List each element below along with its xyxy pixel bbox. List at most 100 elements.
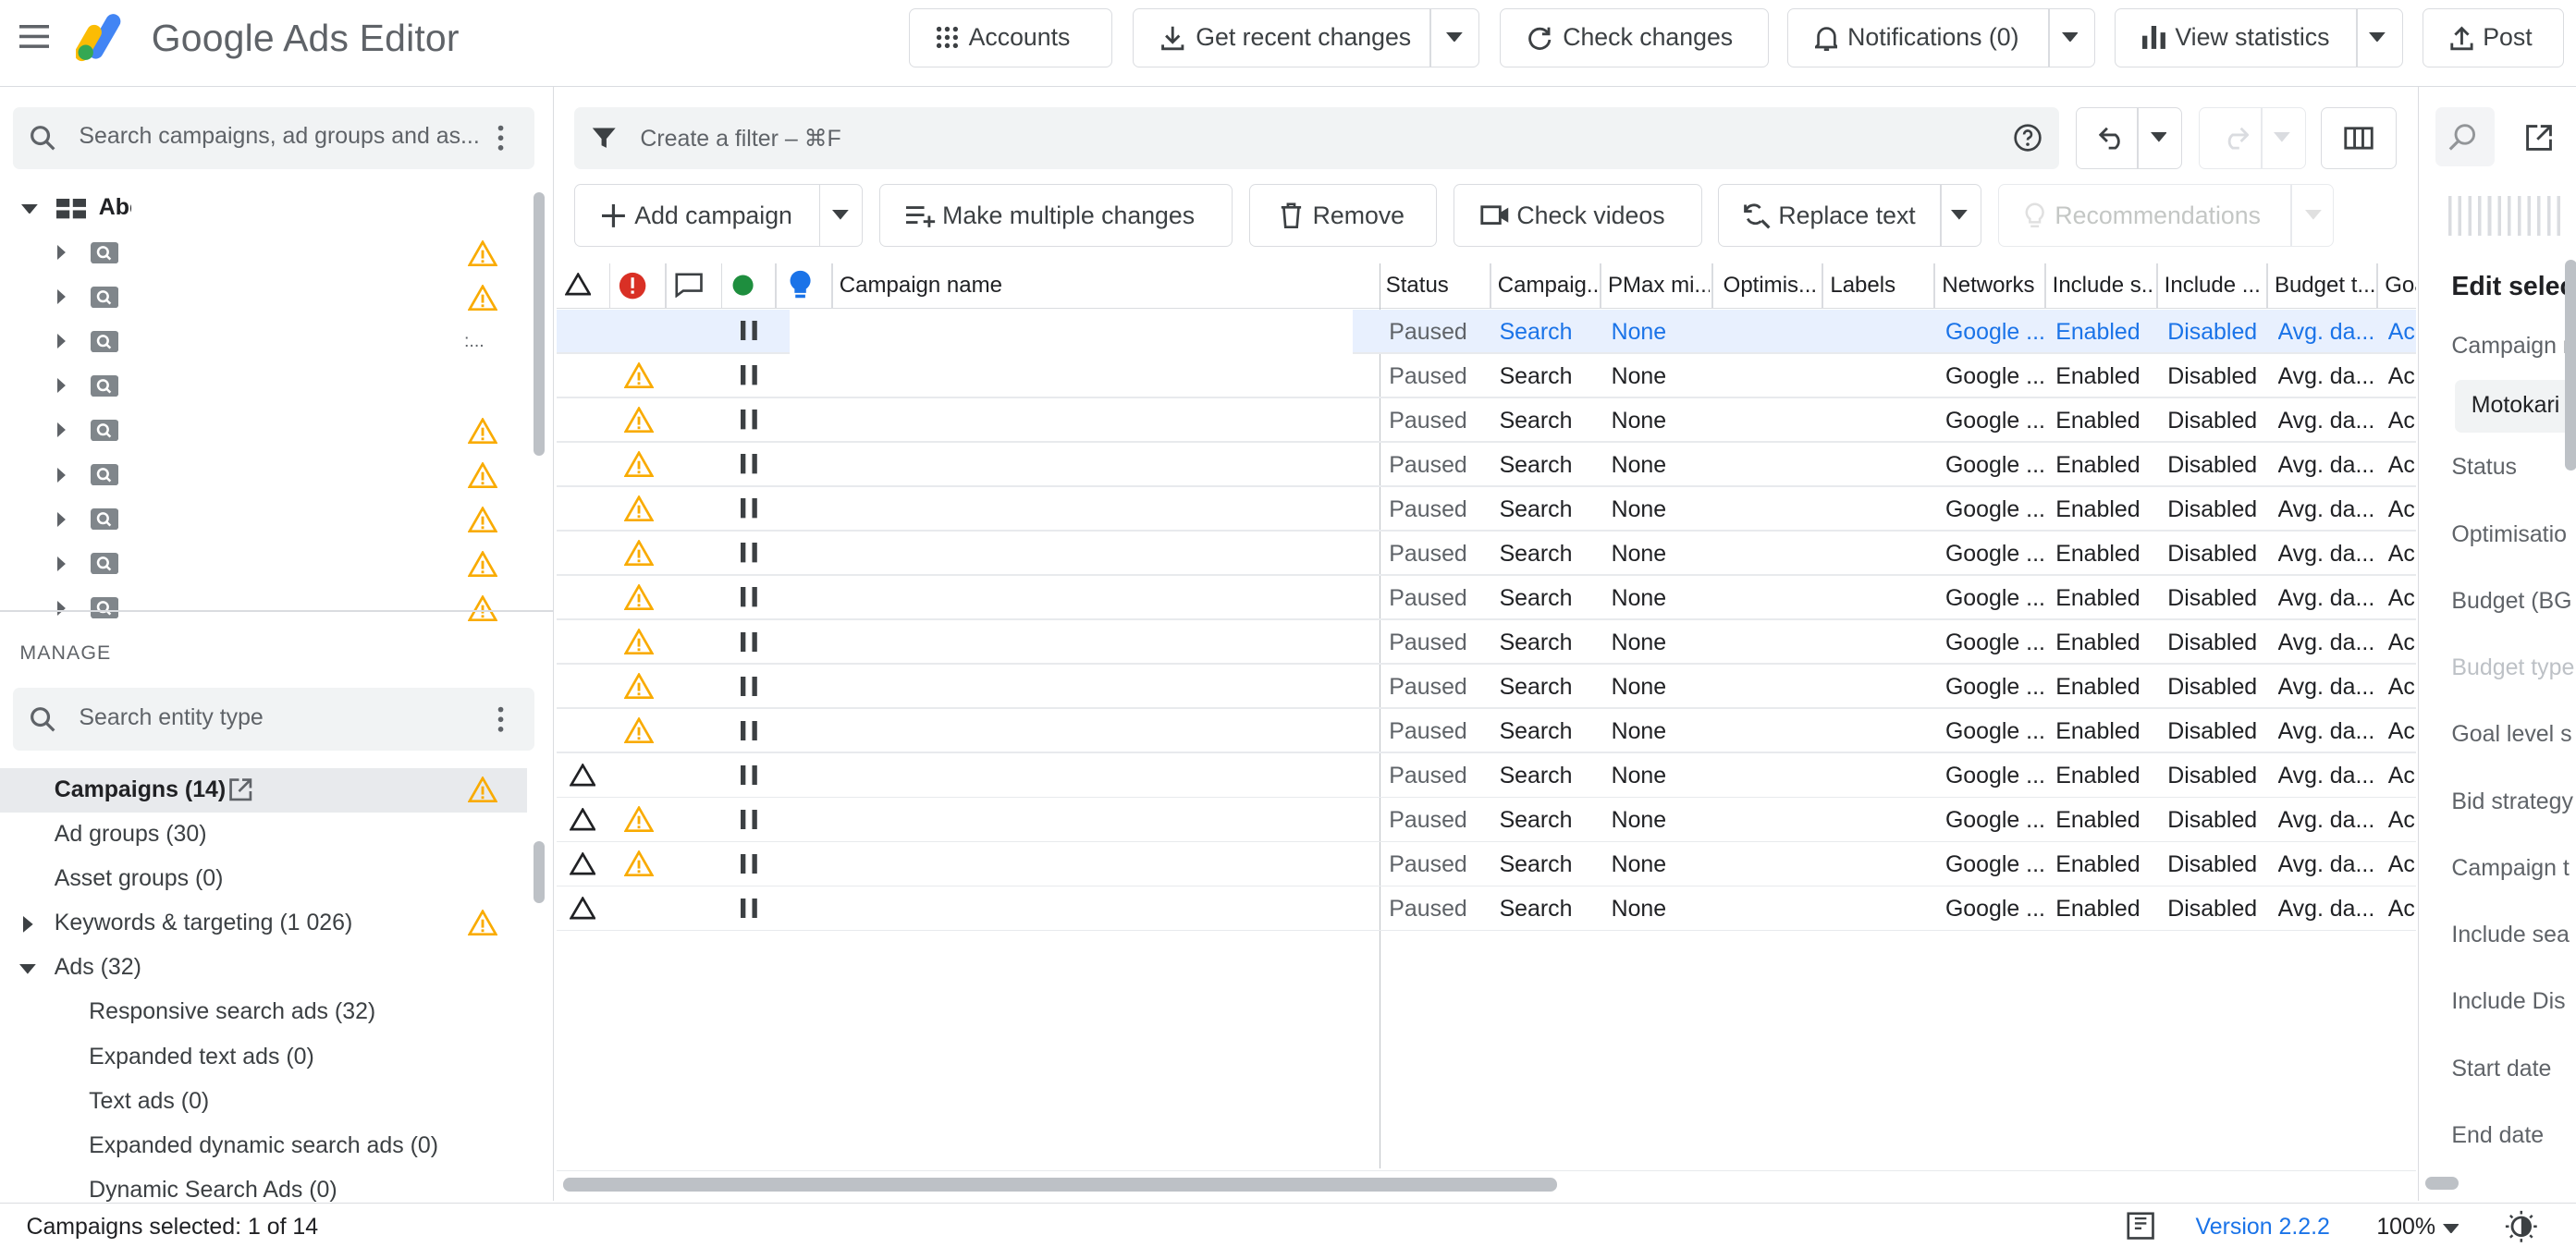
cell-include-search[interactable]: Enabled <box>2055 354 2154 398</box>
cell-campaign-type[interactable]: Search <box>1500 310 1599 354</box>
cell-include-search[interactable]: Enabled <box>2055 443 2154 487</box>
caret-right-icon[interactable] <box>57 556 67 571</box>
cell-goal[interactable]: Ac <box>2388 576 2416 620</box>
tree-account-row[interactable]: Abc <box>0 186 527 230</box>
cell-budget-type[interactable]: Avg. da... <box>2278 398 2377 443</box>
cell-networks[interactable]: Google ... <box>1945 753 2044 798</box>
pause-icon[interactable] <box>740 764 757 786</box>
pause-icon[interactable] <box>740 631 757 652</box>
table-row[interactable]: Paused Search None Google ... Enabled Disable… <box>556 753 2417 799</box>
cell-campaign-type[interactable]: Search <box>1500 576 1599 620</box>
pause-icon[interactable] <box>740 676 757 696</box>
cell-include-search[interactable]: Enabled <box>2055 398 2154 443</box>
columns-button[interactable] <box>2320 106 2397 170</box>
cell-status[interactable]: Paused <box>1389 398 1488 443</box>
cell-budget-type[interactable]: Avg. da... <box>2278 842 2377 886</box>
cell-networks[interactable]: Google ... <box>1945 576 2044 620</box>
cell-budget-type[interactable]: Avg. da... <box>2278 576 2377 620</box>
cell-pmax[interactable]: None <box>1612 665 1711 709</box>
cell-pmax[interactable]: None <box>1612 798 1711 842</box>
cell-include-display[interactable]: Disabled <box>2167 398 2266 443</box>
make-multiple-changes-button[interactable]: Make multiple changes <box>878 184 1233 247</box>
entity-expanded-dynamic-search-ads[interactable]: Expanded dynamic search ads (0) <box>89 1132 438 1159</box>
cell-include-search[interactable]: Enabled <box>2055 620 2154 665</box>
cell-campaign-type[interactable]: Search <box>1500 443 1599 487</box>
cell-status[interactable]: Paused <box>1389 310 1488 354</box>
entity-asset-groups[interactable]: Asset groups (0) <box>55 865 224 892</box>
pause-icon[interactable] <box>740 720 757 740</box>
entity-ad-groups[interactable]: Ad groups (30) <box>55 821 207 848</box>
pause-icon[interactable] <box>740 365 757 385</box>
caret-down-icon[interactable] <box>19 964 37 974</box>
post-button[interactable]: Post <box>2423 7 2565 67</box>
cell-networks[interactable]: Google ... <box>1945 310 2044 354</box>
dropdown-arrow-icon[interactable] <box>1445 31 1463 43</box>
col-campaign-name[interactable]: Campaign name <box>840 263 1333 308</box>
more-vert-icon[interactable] <box>497 706 504 732</box>
cell-goal[interactable]: Ac <box>2388 354 2416 398</box>
dropdown-arrow-icon[interactable] <box>2061 31 2079 43</box>
replace-text-button[interactable]: Replace text <box>1718 184 1982 247</box>
col-budget-type[interactable]: Budget t... <box>2275 263 2376 308</box>
cell-campaign-type[interactable]: Search <box>1500 487 1599 532</box>
caret-down-icon[interactable] <box>21 203 38 214</box>
cell-campaign-type[interactable]: Search <box>1500 620 1599 665</box>
cell-goal[interactable]: Ac <box>2388 753 2416 798</box>
cell-networks[interactable]: Google ... <box>1945 354 2044 398</box>
cell-status[interactable]: Paused <box>1389 487 1488 532</box>
cell-budget-type[interactable]: Avg. da... <box>2278 443 2377 487</box>
cell-include-search[interactable]: Enabled <box>2055 576 2154 620</box>
caret-right-icon[interactable] <box>57 289 67 305</box>
table-row[interactable]: Paused Search None Google ... Enabled Disable… <box>556 398 2417 443</box>
cell-goal[interactable]: Ac <box>2388 665 2416 709</box>
menu-icon[interactable] <box>19 24 50 48</box>
cell-include-search[interactable]: Enabled <box>2055 886 2154 931</box>
cell-pmax[interactable]: None <box>1612 310 1711 354</box>
entity-search-input[interactable]: Search entity type <box>13 688 535 751</box>
tree-campaign-row[interactable] <box>0 586 527 630</box>
comment-icon[interactable] <box>675 273 703 299</box>
table-row[interactable]: Paused Search None Google ... Enabled Disable… <box>556 487 2417 532</box>
caret-right-icon[interactable] <box>57 511 67 527</box>
entity-dynamic-search-ads[interactable]: Dynamic Search Ads (0) <box>89 1177 337 1204</box>
cell-goal[interactable]: Ac <box>2388 487 2416 532</box>
cell-include-search[interactable]: Enabled <box>2055 487 2154 532</box>
cell-pmax[interactable]: None <box>1612 532 1711 576</box>
cell-budget-type[interactable]: Avg. da... <box>2278 665 2377 709</box>
cell-status[interactable]: Paused <box>1389 354 1488 398</box>
col-campaign-type[interactable]: Campaig... <box>1498 263 1600 308</box>
entity-scrollbar[interactable] <box>533 840 546 904</box>
entity-ads[interactable]: Ads (32) <box>55 954 141 981</box>
cell-status[interactable]: Paused <box>1389 886 1488 931</box>
cell-include-display[interactable]: Disabled <box>2167 443 2266 487</box>
cell-include-display[interactable]: Disabled <box>2167 665 2266 709</box>
caret-right-icon[interactable] <box>57 467 67 483</box>
cell-budget-type[interactable]: Avg. da... <box>2278 354 2377 398</box>
cell-include-display[interactable]: Disabled <box>2167 576 2266 620</box>
table-row[interactable]: Paused Search None Google ... Enabled Disable… <box>556 842 2417 887</box>
cell-goal[interactable]: Ac <box>2388 310 2416 354</box>
cell-pmax[interactable]: None <box>1612 620 1711 665</box>
dropdown-arrow-icon[interactable] <box>2442 1223 2459 1234</box>
cell-networks[interactable]: Google ... <box>1945 398 2044 443</box>
cell-budget-type[interactable]: Avg. da... <box>2278 886 2377 931</box>
tree-campaign-row[interactable] <box>0 542 527 586</box>
open-in-new-icon[interactable] <box>2524 123 2554 153</box>
version-link[interactable]: Version 2.2.2 <box>2196 1214 2330 1241</box>
pause-icon[interactable] <box>740 321 757 341</box>
cell-goal[interactable]: Ac <box>2388 532 2416 576</box>
cell-status[interactable]: Paused <box>1389 709 1488 753</box>
col-pmax[interactable]: PMax mi... <box>1608 263 1710 308</box>
cell-networks[interactable]: Google ... <box>1945 842 2044 886</box>
cell-include-display[interactable]: Disabled <box>2167 354 2266 398</box>
cell-include-display[interactable]: Disabled <box>2167 487 2266 532</box>
caret-right-icon[interactable] <box>57 245 67 261</box>
cell-campaign-type[interactable]: Search <box>1500 753 1599 798</box>
dropdown-arrow-icon[interactable] <box>2274 132 2290 143</box>
cell-budget-type[interactable]: Avg. da... <box>2278 620 2377 665</box>
table-row[interactable]: Paused Search None Google ... Enabled Disable… <box>556 620 2417 666</box>
cell-networks[interactable]: Google ... <box>1945 798 2044 842</box>
cell-pmax[interactable]: None <box>1612 443 1711 487</box>
cell-status[interactable]: Paused <box>1389 443 1488 487</box>
cell-include-display[interactable]: Disabled <box>2167 620 2266 665</box>
